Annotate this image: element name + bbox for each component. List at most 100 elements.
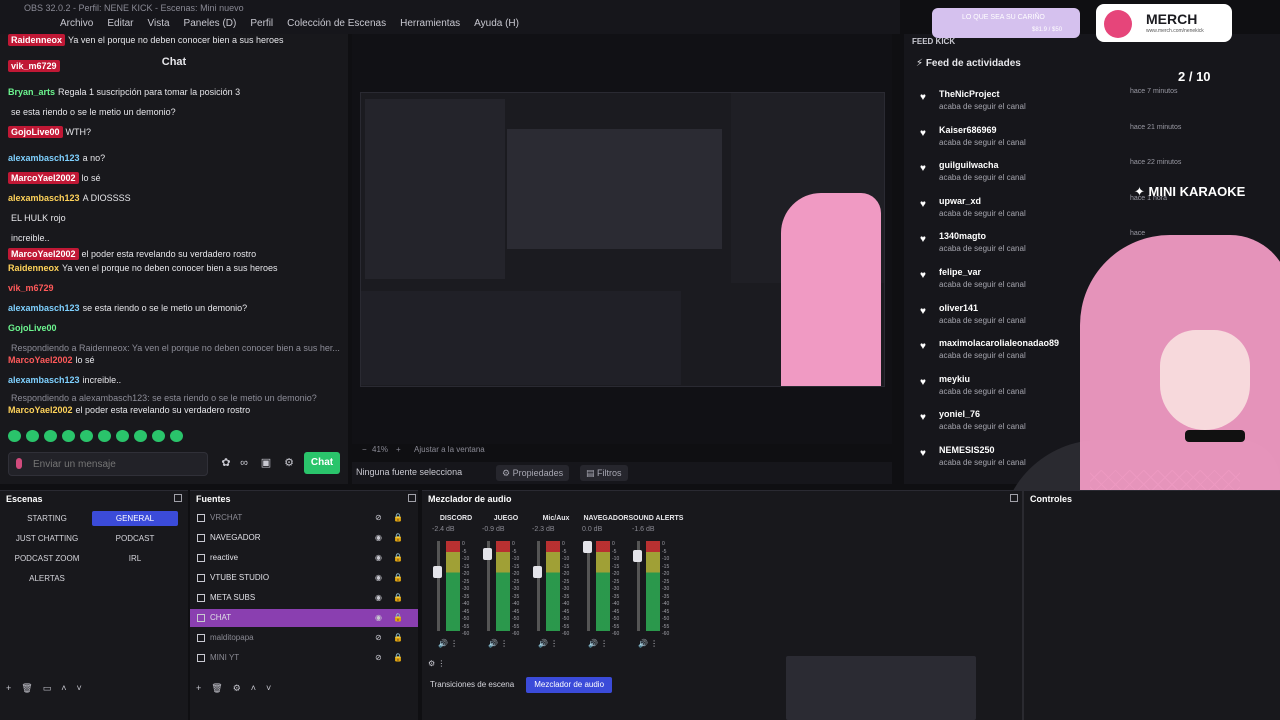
menu-paneles[interactable]: Paneles (D) xyxy=(184,18,237,29)
eye-hidden-icon[interactable]: ⊘ xyxy=(375,649,382,667)
chat-username[interactable]: alexambasch123 xyxy=(8,153,80,163)
eye-icon[interactable]: ◉ xyxy=(375,589,382,607)
chat-username[interactable]: Bryan_arts xyxy=(8,87,55,97)
add-icon[interactable]: + xyxy=(6,683,11,694)
properties-button[interactable]: ⚙ Propiedades xyxy=(496,465,570,481)
add-icon[interactable]: + xyxy=(196,683,201,694)
emote-icon[interactable] xyxy=(80,430,93,442)
scene-button[interactable]: STARTING xyxy=(4,511,90,526)
speaker-icon[interactable]: 🔊 ⋮ xyxy=(638,639,658,648)
chat-username[interactable]: MarcoYael2002 xyxy=(8,405,73,415)
feed-username[interactable]: TheNicProject xyxy=(939,89,1000,99)
eye-icon[interactable]: ◉ xyxy=(375,549,382,567)
undock-icon[interactable] xyxy=(408,494,416,502)
source-row[interactable]: VRCHAT ⊘ 🔒 xyxy=(190,509,418,527)
menu-editar[interactable]: Editar xyxy=(107,18,133,29)
source-row[interactable]: CHAT ◉ 🔒 xyxy=(190,609,418,627)
emote-picker-icon[interactable]: ✿ xyxy=(220,458,232,469)
volume-knob[interactable] xyxy=(433,566,442,579)
chevron-down-icon[interactable]: ˅ xyxy=(76,683,81,694)
feed-username[interactable]: felipe_var xyxy=(939,267,981,277)
volume-slider[interactable] xyxy=(437,541,440,631)
chat-send-button[interactable]: Chat xyxy=(304,452,340,474)
volume-slider[interactable] xyxy=(587,541,590,631)
volume-knob[interactable] xyxy=(583,541,592,553)
lock-icon[interactable]: 🔒 xyxy=(393,629,403,647)
volume-knob[interactable] xyxy=(483,548,492,561)
fit-window-select[interactable]: Ajustar a la ventana xyxy=(414,445,485,454)
undock-icon[interactable] xyxy=(1010,494,1018,502)
filter-icon[interactable]: ▭ xyxy=(43,683,52,694)
lock-icon[interactable]: 🔒 xyxy=(393,609,403,627)
emote-icon[interactable] xyxy=(152,430,165,442)
speaker-icon[interactable]: 🔊 ⋮ xyxy=(538,639,558,648)
eye-icon[interactable]: ◉ xyxy=(375,609,382,627)
lock-icon[interactable]: 🔒 xyxy=(393,649,403,667)
emote-icon[interactable] xyxy=(8,430,21,442)
microphone-icon[interactable] xyxy=(16,458,22,469)
chat-username[interactable]: vik_m6729 xyxy=(8,283,54,293)
chevron-up-icon[interactable]: ˄ xyxy=(251,683,256,694)
chat-username[interactable]: alexambasch123 xyxy=(8,193,80,203)
emote-icon[interactable] xyxy=(26,430,39,442)
menu-vista[interactable]: Vista xyxy=(147,18,169,29)
emote-icon[interactable] xyxy=(116,430,129,442)
emote-icon[interactable] xyxy=(170,430,183,442)
chat-input[interactable] xyxy=(8,452,208,476)
chat-username[interactable]: GojoLive00 xyxy=(8,323,57,333)
emote-icon[interactable] xyxy=(44,430,57,442)
source-row[interactable]: META SUBS ◉ 🔒 xyxy=(190,589,418,607)
gear-icon[interactable]: ⚙ xyxy=(233,683,241,694)
source-row[interactable]: MINI YT ⊘ 🔒 xyxy=(190,649,418,667)
emote-icon[interactable] xyxy=(62,430,75,442)
program-preview[interactable] xyxy=(360,92,885,387)
undock-icon[interactable] xyxy=(174,494,182,502)
chevron-up-icon[interactable]: ˄ xyxy=(61,683,66,694)
speaker-icon[interactable]: 🔊 ⋮ xyxy=(588,639,608,648)
eye-icon[interactable]: ◉ xyxy=(375,529,382,547)
chevron-down-icon[interactable]: ˅ xyxy=(266,683,271,694)
lock-icon[interactable]: 🔒 xyxy=(393,589,403,607)
feed-username[interactable]: meykiu xyxy=(939,374,970,384)
scene-button[interactable]: JUST CHATTING xyxy=(4,531,90,546)
source-row[interactable]: VTUBE STUDIO ◉ 🔒 xyxy=(190,569,418,587)
scene-button[interactable]: PODCAST xyxy=(92,531,178,546)
tab-audio-mixer[interactable]: Mezclador de audio xyxy=(526,677,613,693)
lock-icon[interactable]: 🔒 xyxy=(393,509,403,527)
filters-button[interactable]: ▤ Filtros xyxy=(580,465,628,481)
chat-username[interactable]: Raidenneox xyxy=(8,263,59,273)
feed-username[interactable]: yoniel_76 xyxy=(939,409,980,419)
emote-icon[interactable] xyxy=(98,430,111,442)
eye-hidden-icon[interactable]: ⊘ xyxy=(375,509,382,527)
chat-username[interactable]: MarcoYael2002 xyxy=(8,248,79,260)
scene-button[interactable]: IRL xyxy=(92,551,178,566)
trash-icon[interactable]: 🗑 xyxy=(21,683,32,694)
scene-button[interactable]: PODCAST ZOOM xyxy=(4,551,90,566)
chat-username[interactable]: vik_m6729 xyxy=(8,60,60,72)
scene-button[interactable]: ALERTAS xyxy=(4,571,90,586)
eye-hidden-icon[interactable]: ⊘ xyxy=(375,629,382,647)
link-icon[interactable]: ∞ xyxy=(238,458,250,469)
feed-username[interactable]: upwar_xd xyxy=(939,196,981,206)
source-row[interactable]: reactive ◉ 🔒 xyxy=(190,549,418,567)
lock-icon[interactable]: 🔒 xyxy=(393,529,403,547)
menu-herramientas[interactable]: Herramientas xyxy=(400,18,460,29)
chat-username[interactable]: alexambasch123 xyxy=(8,303,80,313)
source-row[interactable]: NAVEGADOR ◉ 🔒 xyxy=(190,529,418,547)
feed-username[interactable]: guilguilwacha xyxy=(939,160,999,170)
chat-username[interactable]: GojoLive00 xyxy=(8,126,63,138)
chat-username[interactable]: MarcoYael2002 xyxy=(8,355,73,365)
zoom-out-icon[interactable]: − xyxy=(362,445,367,454)
lock-icon[interactable]: 🔒 xyxy=(393,549,403,567)
zoom-in-icon[interactable]: + xyxy=(396,445,401,454)
feed-username[interactable]: maximolacarolialeonadao89 xyxy=(939,338,1059,348)
mixer-settings-icon[interactable]: ⚙ ⋮ xyxy=(428,659,445,668)
menu-perfil[interactable]: Perfil xyxy=(250,18,273,29)
feed-username[interactable]: 1340magto xyxy=(939,231,986,241)
volume-knob[interactable] xyxy=(633,550,642,562)
source-row[interactable]: malditopapa ⊘ 🔒 xyxy=(190,629,418,647)
volume-slider[interactable] xyxy=(537,541,540,631)
scene-button[interactable]: GENERAL xyxy=(92,511,178,526)
emote-icon[interactable] xyxy=(134,430,147,442)
chat-username[interactable]: MarcoYael2002 xyxy=(8,172,79,184)
